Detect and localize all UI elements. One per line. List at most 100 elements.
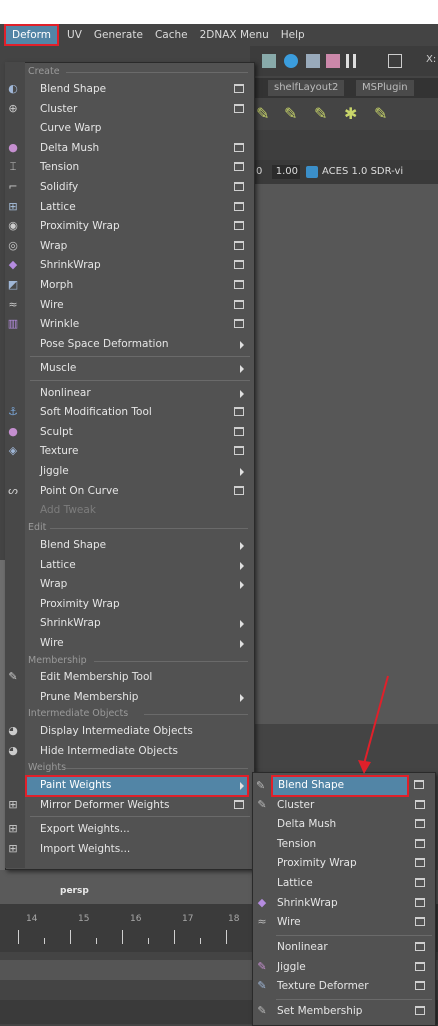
menu-item-mirror-deformer-weights[interactable]: ⊞ Mirror Deformer Weights bbox=[6, 796, 252, 816]
render-settings-icon[interactable] bbox=[306, 54, 320, 68]
menu-item-nonlinear[interactable]: Nonlinear bbox=[6, 384, 252, 404]
submenu-item-wire[interactable]: ≈ Wire bbox=[253, 913, 433, 933]
menu-item-export-weights[interactable]: ⊞ Export Weights... bbox=[6, 820, 252, 840]
menu-item-proximity-wrap[interactable]: ◉ Proximity Wrap bbox=[6, 217, 252, 237]
render-icon[interactable] bbox=[262, 54, 276, 68]
snap-icon[interactable] bbox=[388, 54, 402, 68]
option-box-icon[interactable] bbox=[234, 280, 244, 289]
option-box-icon[interactable] bbox=[415, 897, 425, 907]
view-transform[interactable]: ACES 1.0 SDR-vi bbox=[322, 166, 403, 177]
menu-2dnax[interactable]: 2DNAX Menu bbox=[194, 26, 275, 44]
submenu-item-set-membership[interactable]: ✎ Set Membership bbox=[253, 1002, 433, 1022]
option-box-icon[interactable] bbox=[234, 407, 244, 417]
hypershade-icon[interactable] bbox=[326, 54, 340, 68]
menu-item-lattice[interactable]: ⊞ Lattice bbox=[6, 198, 252, 218]
option-box-icon[interactable] bbox=[415, 819, 425, 829]
option-box-icon[interactable] bbox=[234, 201, 244, 211]
shelf-tool-icon[interactable]: ✎ bbox=[284, 104, 304, 124]
menu-item-morph[interactable]: ◩ Morph bbox=[6, 276, 252, 296]
option-box-icon[interactable] bbox=[234, 162, 244, 172]
option-box-icon[interactable] bbox=[415, 981, 425, 991]
gamma-field[interactable]: 1.00 bbox=[272, 165, 300, 179]
option-box-icon[interactable] bbox=[415, 942, 425, 951]
menu-item-wire[interactable]: ≈ Wire bbox=[6, 296, 252, 316]
menu-item-tension[interactable]: ⌶ Tension bbox=[6, 158, 252, 178]
option-box-icon[interactable] bbox=[234, 221, 244, 231]
menu-item-jiggle[interactable]: Jiggle bbox=[6, 462, 252, 482]
submenu-item-jiggle[interactable]: ✎ Jiggle bbox=[253, 958, 433, 978]
option-box-icon[interactable] bbox=[234, 84, 244, 93]
menu-deform[interactable]: Deform bbox=[3, 24, 60, 46]
menu-help[interactable]: Help bbox=[275, 26, 311, 44]
option-box-icon[interactable] bbox=[415, 799, 425, 809]
shelf-tool-icon[interactable]: ✎ bbox=[256, 104, 276, 124]
tab-msplugin[interactable]: MSPlugin bbox=[356, 80, 414, 96]
menu-item-delta-mush[interactable]: ● Delta Mush bbox=[6, 139, 252, 159]
menu-item-edit-blend-shape[interactable]: Blend Shape bbox=[6, 536, 252, 556]
option-box-icon[interactable] bbox=[234, 240, 244, 250]
option-box-icon[interactable] bbox=[234, 299, 244, 309]
option-box-icon[interactable] bbox=[414, 780, 424, 789]
shelf-tool-icon[interactable]: ✎ bbox=[314, 104, 334, 124]
menu-item-hide-intermediate-objects[interactable]: ◕ Hide Intermediate Objects bbox=[6, 742, 252, 762]
tab-shelflayout2[interactable]: shelfLayout2 bbox=[268, 80, 345, 96]
option-box-icon[interactable] bbox=[234, 485, 244, 495]
option-box-icon[interactable] bbox=[415, 1006, 425, 1015]
option-box-icon[interactable] bbox=[234, 426, 244, 436]
menu-item-soft-modification-tool[interactable]: ⚓ Soft Modification Tool bbox=[6, 403, 252, 423]
option-box-icon[interactable] bbox=[234, 260, 244, 270]
menu-item-display-intermediate-objects[interactable]: ◕ Display Intermediate Objects bbox=[6, 722, 252, 742]
menu-item-sculpt[interactable]: ● Sculpt bbox=[6, 423, 252, 443]
near-clip-value[interactable]: 0 bbox=[256, 166, 262, 177]
menu-item-label: Soft Modification Tool bbox=[40, 406, 152, 419]
menu-item-cluster[interactable]: ⊕ Cluster bbox=[6, 100, 252, 120]
menu-item-shrinkwrap[interactable]: ◆ ShrinkWrap bbox=[6, 256, 252, 276]
option-box-icon[interactable] bbox=[415, 878, 425, 887]
menu-item-import-weights[interactable]: ⊞ Import Weights... bbox=[6, 840, 252, 860]
menu-item-paint-weights[interactable]: Paint Weights bbox=[25, 775, 249, 797]
menu-item-pose-space-deformation[interactable]: Pose Space Deformation bbox=[6, 335, 252, 355]
menu-item-wrinkle[interactable]: ▥ Wrinkle bbox=[6, 315, 252, 335]
color-management-icon[interactable] bbox=[306, 166, 318, 178]
menu-item-edit-wrap[interactable]: Wrap bbox=[6, 575, 252, 595]
option-box-icon[interactable] bbox=[234, 182, 244, 191]
submenu-item-texture-deformer[interactable]: ✎ Texture Deformer bbox=[253, 977, 433, 997]
menu-item-texture[interactable]: ◈ Texture bbox=[6, 442, 252, 462]
submenu-item-shrinkwrap[interactable]: ◆ ShrinkWrap bbox=[253, 894, 433, 914]
menu-item-edit-lattice[interactable]: Lattice bbox=[6, 556, 252, 576]
menu-generate[interactable]: Generate bbox=[88, 26, 149, 44]
menu-item-point-on-curve[interactable]: ᔕ Point On Curve bbox=[6, 482, 252, 502]
menu-uv[interactable]: UV bbox=[61, 26, 88, 44]
menu-item-edit-proximity-wrap[interactable]: Proximity Wrap bbox=[6, 595, 252, 615]
menu-item-prune-membership[interactable]: Prune Membership bbox=[6, 688, 252, 708]
shelf-tool-icon[interactable]: ✎ bbox=[374, 104, 394, 124]
menu-item-edit-shrinkwrap[interactable]: ShrinkWrap bbox=[6, 614, 252, 634]
submenu-item-cluster[interactable]: ✎ Cluster bbox=[253, 796, 433, 816]
option-box-icon[interactable] bbox=[234, 446, 244, 456]
shelf-tool-icon[interactable]: ✱ bbox=[344, 104, 364, 124]
option-box-icon[interactable] bbox=[234, 799, 244, 809]
menu-item-wrap[interactable]: ◎ Wrap bbox=[6, 237, 252, 257]
ipr-icon[interactable] bbox=[284, 54, 298, 68]
option-box-icon[interactable] bbox=[415, 858, 425, 868]
submenu-item-nonlinear[interactable]: Nonlinear bbox=[253, 938, 433, 958]
option-box-icon[interactable] bbox=[415, 838, 425, 848]
submenu-item-proximity-wrap[interactable]: Proximity Wrap bbox=[253, 854, 433, 874]
option-box-icon[interactable] bbox=[234, 103, 244, 113]
menu-item-edit-membership-tool[interactable]: ✎ Edit Membership Tool bbox=[6, 668, 252, 688]
pause-icon[interactable] bbox=[346, 54, 356, 68]
submenu-item-tension[interactable]: Tension bbox=[253, 835, 433, 855]
menu-cache[interactable]: Cache bbox=[149, 26, 194, 44]
menu-item-curve-warp[interactable]: Curve Warp bbox=[6, 119, 252, 139]
menu-item-solidify[interactable]: ⌐ Solidify bbox=[6, 178, 252, 198]
menu-item-blend-shape[interactable]: ◐ Blend Shape bbox=[6, 80, 252, 100]
menu-item-edit-wire[interactable]: Wire bbox=[6, 634, 252, 654]
menu-item-muscle[interactable]: Muscle bbox=[6, 359, 252, 379]
option-box-icon[interactable] bbox=[234, 319, 244, 329]
submenu-item-lattice[interactable]: Lattice bbox=[253, 874, 433, 894]
option-box-icon[interactable] bbox=[415, 961, 425, 971]
submenu-item-delta-mush[interactable]: Delta Mush bbox=[253, 815, 433, 835]
viewport[interactable] bbox=[250, 184, 438, 724]
option-box-icon[interactable] bbox=[234, 142, 244, 152]
option-box-icon[interactable] bbox=[415, 917, 425, 927]
